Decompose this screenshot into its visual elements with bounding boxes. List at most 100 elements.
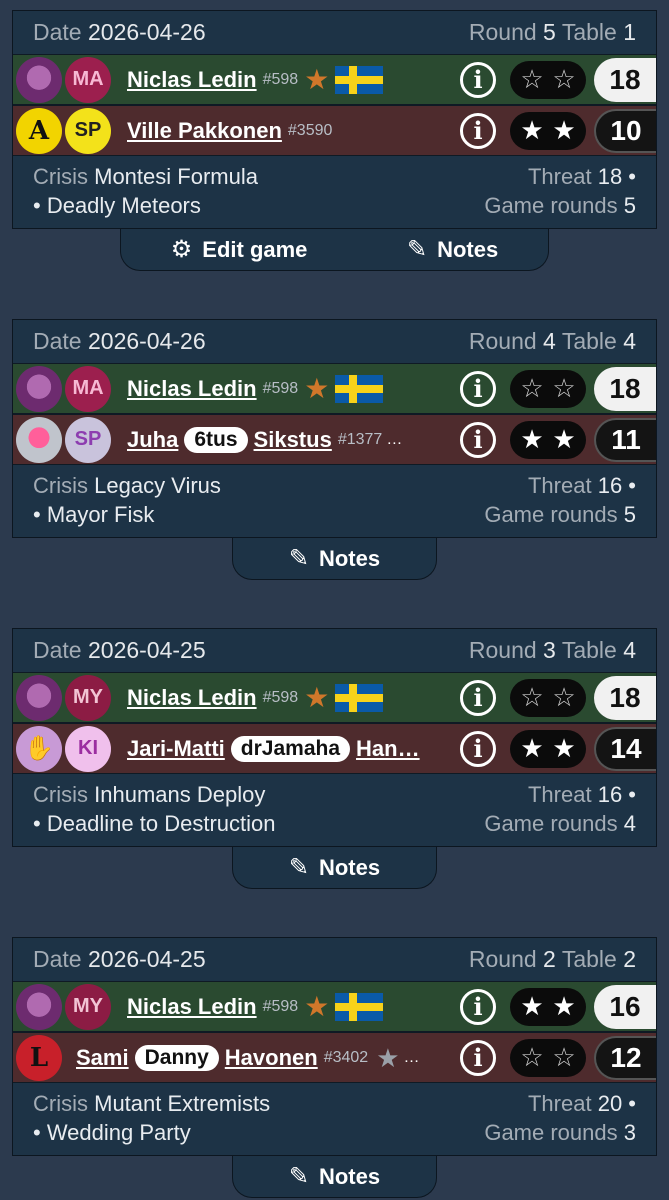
scheme-value: • Wedding Party (33, 1120, 191, 1145)
sweden-flag-icon (335, 65, 384, 94)
player-name-link[interactable]: Juha 6tus Sikstus (127, 426, 332, 453)
star-full-icon: ★ (552, 991, 576, 1021)
avengers-icon: A (16, 107, 62, 154)
sweden-flag-icon (335, 992, 384, 1021)
edit-game-button[interactable]: ⚙ Edit game (171, 235, 308, 264)
player-row-loser: SP Juha 6tus Sikstus #1377… i ★ ★ 11 (13, 414, 656, 465)
game-rounds-value: 4 (623, 811, 636, 836)
star-badge-icon: ★ (304, 63, 330, 95)
round-value: 4 (543, 328, 556, 354)
round-label: Round (468, 328, 537, 354)
round-value: 2 (543, 946, 556, 972)
star-empty-icon: ☆ (520, 1042, 544, 1072)
star-empty-icon: ☆ (552, 373, 576, 403)
game-card: Date 2026-04-25 Round 2 Table 2 MY Nicla… (12, 937, 657, 1156)
player-name-link[interactable]: Niclas Ledin (127, 67, 257, 93)
info-icon[interactable]: i (460, 61, 496, 98)
info-icon[interactable]: i (460, 421, 496, 458)
date-value: 2026-04-25 (87, 637, 206, 663)
rating-stars: ★ ★ (510, 729, 586, 768)
info-icon[interactable]: i (460, 112, 496, 149)
hero-avatar-icon (16, 674, 62, 721)
threat-label: Threat (527, 782, 592, 807)
notes-button[interactable]: ✎ Notes (289, 544, 380, 573)
notes-label: Notes (437, 236, 499, 262)
player-row-loser: A SP Ville Pakkonen #3590 i ★ ★ 10 (13, 105, 656, 156)
score: 14 (594, 726, 656, 771)
player-id: #598 (262, 997, 299, 1015)
player-name-link[interactable]: Niclas Ledin (127, 376, 257, 402)
info-icon[interactable]: i (460, 370, 496, 407)
nickname-pill: Danny (134, 1044, 219, 1071)
info-icon[interactable]: i (460, 730, 496, 767)
game-rounds-label: Game rounds (484, 1120, 618, 1145)
card-header: Date 2026-04-25 Round 3 Table 4 (13, 629, 656, 672)
hero-avatar-icon (16, 983, 62, 1030)
team-badge: MA (65, 365, 111, 412)
table-value: 2 (623, 946, 636, 972)
star-badge-icon: ★ (376, 1042, 400, 1073)
player-name-link[interactable]: Ville Pakkonen (127, 118, 282, 144)
rating-stars: ★ ★ (510, 420, 586, 459)
player-id: #3402 (323, 1048, 369, 1066)
info-icon[interactable]: i (460, 679, 496, 716)
card-actions: ⚙ Edit game ✎ Notes (120, 229, 549, 271)
date-label: Date (33, 328, 82, 354)
player-name: Niclas Ledin (127, 993, 257, 1019)
rating-stars: ☆ ☆ (510, 1038, 586, 1077)
rating-stars: ☆ ☆ (510, 60, 586, 99)
card-actions: ✎ Notes (232, 1156, 437, 1198)
notes-button[interactable]: ✎ Notes (407, 235, 498, 264)
hero-avatar-icon (16, 56, 62, 103)
team-badge: MY (65, 983, 111, 1030)
round-label: Round (468, 637, 537, 663)
star-empty-icon: ☆ (552, 682, 576, 712)
star-full-icon: ★ (520, 115, 544, 145)
crisis-value: Mutant Extremists (94, 1091, 271, 1116)
scheme-value: • Deadly Meteors (33, 193, 201, 218)
date-label: Date (33, 19, 82, 45)
player-id: #598 (262, 379, 299, 397)
table-value: 1 (623, 19, 636, 45)
card-actions: ✎ Notes (232, 538, 437, 580)
star-empty-icon: ☆ (520, 373, 544, 403)
info-icon[interactable]: i (460, 1039, 496, 1076)
notes-button[interactable]: ✎ Notes (289, 853, 380, 882)
threat-label: Threat (527, 164, 592, 189)
star-badge-icon: ★ (304, 372, 330, 404)
game-rounds-value: 5 (623, 502, 636, 527)
notes-label: Notes (318, 854, 381, 880)
player-name-link[interactable]: Niclas Ledin (127, 994, 257, 1020)
table-value: 4 (623, 637, 636, 663)
table-label: Table (561, 19, 617, 45)
player-name-link[interactable]: Jari-Matti drJamaha Han… (127, 735, 420, 762)
card-header: Date 2026-04-26 Round 5 Table 1 (13, 11, 656, 54)
star-full-icon: ★ (520, 991, 544, 1021)
game-details: Crisis Montesi Formula • Deadly Meteors … (13, 156, 656, 220)
gear-icon: ⚙ (170, 236, 193, 263)
notes-label: Notes (318, 545, 381, 571)
hero-avatar-icon: L (16, 1034, 62, 1081)
star-full-icon: ★ (552, 115, 576, 145)
scheme-value: • Deadline to Destruction (33, 811, 276, 836)
star-empty-icon: ☆ (520, 682, 544, 712)
player-first-name: Jari-Matti (127, 735, 225, 761)
threat-value: 20 • (597, 1091, 636, 1116)
player-name-link[interactable]: Niclas Ledin (127, 685, 257, 711)
game-rounds-value: 3 (623, 1120, 636, 1145)
info-icon[interactable]: i (460, 988, 496, 1025)
game-details: Crisis Mutant Extremists • Wedding Party… (13, 1083, 656, 1147)
round-value: 3 (543, 637, 556, 663)
game-card: Date 2026-04-26 Round 4 Table 4 MA Nicla… (12, 319, 657, 538)
notes-button[interactable]: ✎ Notes (289, 1162, 380, 1191)
round-label: Round (468, 19, 537, 45)
game-rounds-label: Game rounds (484, 502, 618, 527)
rating-stars: ☆ ☆ (510, 369, 586, 408)
scheme-value: • Mayor Fisk (33, 502, 155, 527)
player-name-link[interactable]: Sami Danny Havonen (76, 1044, 318, 1071)
threat-label: Threat (527, 1091, 592, 1116)
player-last-name: Havonen (224, 1044, 318, 1070)
edit-game-label: Edit game (202, 236, 308, 262)
crisis-value: Montesi Formula (94, 164, 258, 189)
crisis-value: Inhumans Deploy (94, 782, 266, 807)
